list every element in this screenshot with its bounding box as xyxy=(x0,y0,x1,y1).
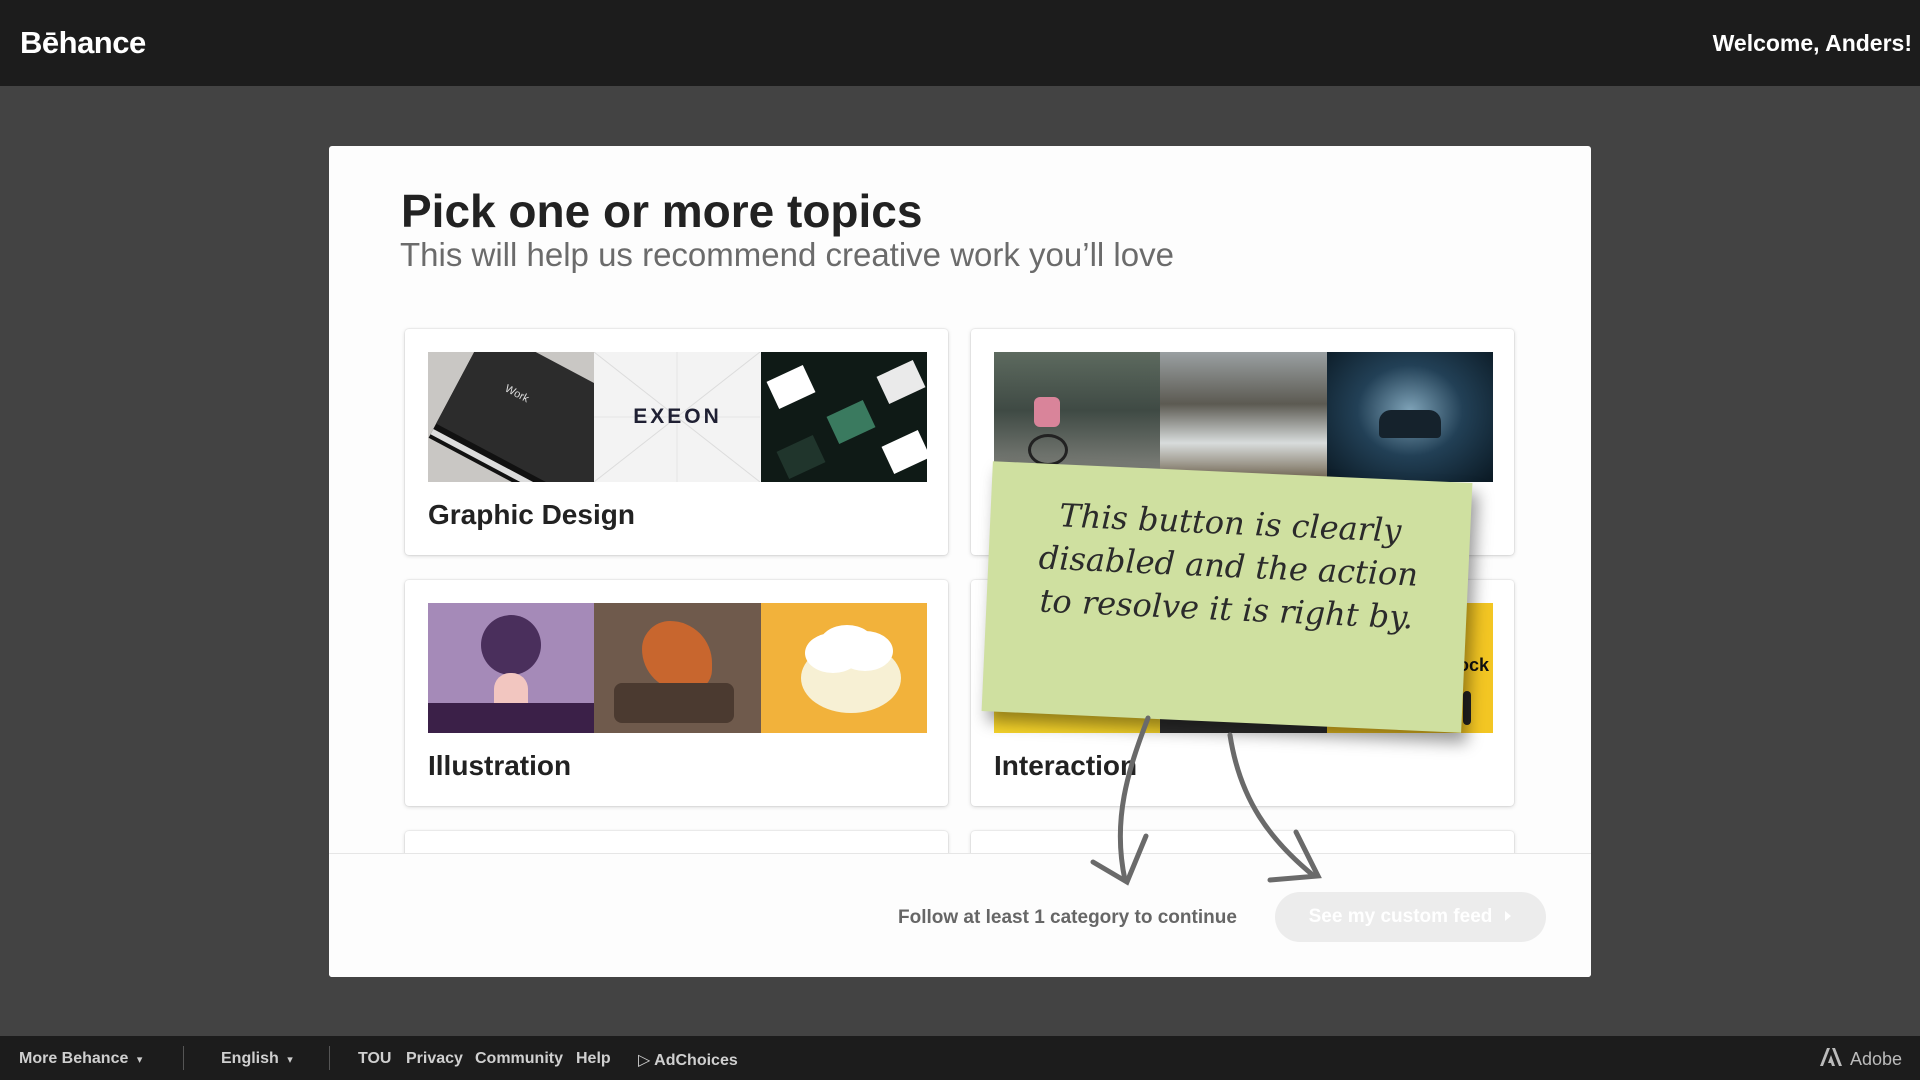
chevron-down-icon: ▾ xyxy=(136,1054,143,1066)
more-behance-label: More Behance xyxy=(19,1050,129,1067)
card-thumbnails xyxy=(428,603,927,733)
chevron-down-icon: ▾ xyxy=(287,1054,293,1066)
top-nav: Bēhance Welcome, Anders! xyxy=(0,0,1920,86)
thumb-fox xyxy=(594,603,761,733)
see-custom-feed-button[interactable]: See my custom feed xyxy=(1275,892,1546,942)
topic-card-illustration[interactable]: Illustration xyxy=(405,580,948,806)
thumb-car xyxy=(1326,352,1493,482)
sticky-note: This button is clearly disabled and the … xyxy=(981,461,1473,733)
footer-link-adchoices[interactable]: ▷ AdChoices xyxy=(638,1050,738,1070)
adobe-logo-icon xyxy=(1819,1048,1842,1071)
thumb-exeon-text: EXEON xyxy=(633,405,722,428)
site-footer: More Behance ▾ English ▾ TOU Privacy Com… xyxy=(0,1036,1920,1080)
thumb-glacier xyxy=(1160,352,1327,482)
adobe-label: Adobe xyxy=(1849,1049,1902,1069)
modal-footer: Follow at least 1 category to continue S… xyxy=(329,853,1591,977)
card-label: Illustration xyxy=(428,750,572,781)
thumb-egg xyxy=(760,603,927,733)
thumb-figure xyxy=(428,603,595,733)
welcome-message: Welcome, Anders! xyxy=(1712,30,1912,56)
cta-label: See my custom feed xyxy=(1308,906,1493,927)
footer-divider xyxy=(329,1046,330,1070)
topic-card-graphic-design[interactable]: Work EXEON Graphic Design xyxy=(405,329,948,555)
more-behance-menu[interactable]: More Behance ▾ xyxy=(19,1050,142,1068)
footer-link-help[interactable]: Help xyxy=(576,1050,611,1068)
thumb-notebook: Work xyxy=(428,352,595,482)
follow-hint: Follow at least 1 category to continue xyxy=(898,907,1237,928)
chevron-right-icon xyxy=(1504,906,1512,928)
card-thumbnails xyxy=(994,352,1493,482)
language-menu[interactable]: English ▾ xyxy=(221,1050,293,1068)
language-label: English xyxy=(221,1050,279,1067)
modal-subtitle: This will help us recommend creative wor… xyxy=(400,236,1174,273)
card-label: Graphic Design xyxy=(428,499,635,530)
card-label: Interaction xyxy=(994,750,1138,781)
footer-divider xyxy=(183,1046,184,1070)
footer-link-privacy[interactable]: Privacy xyxy=(406,1050,463,1068)
card-thumbnails: Work EXEON xyxy=(428,352,927,482)
footer-link-tou[interactable]: TOU xyxy=(358,1050,391,1068)
thumb-cards xyxy=(760,352,927,482)
adchoices-icon: ▷ xyxy=(638,1052,651,1069)
adobe-link[interactable]: Adobe xyxy=(1819,1048,1902,1071)
behance-logo[interactable]: Bēhance xyxy=(20,25,146,61)
thumb-exeon: EXEON xyxy=(594,352,761,482)
adchoices-label: AdChoices xyxy=(654,1052,738,1069)
footer-link-community[interactable]: Community xyxy=(475,1050,563,1068)
modal-title: Pick one or more topics xyxy=(401,185,923,237)
